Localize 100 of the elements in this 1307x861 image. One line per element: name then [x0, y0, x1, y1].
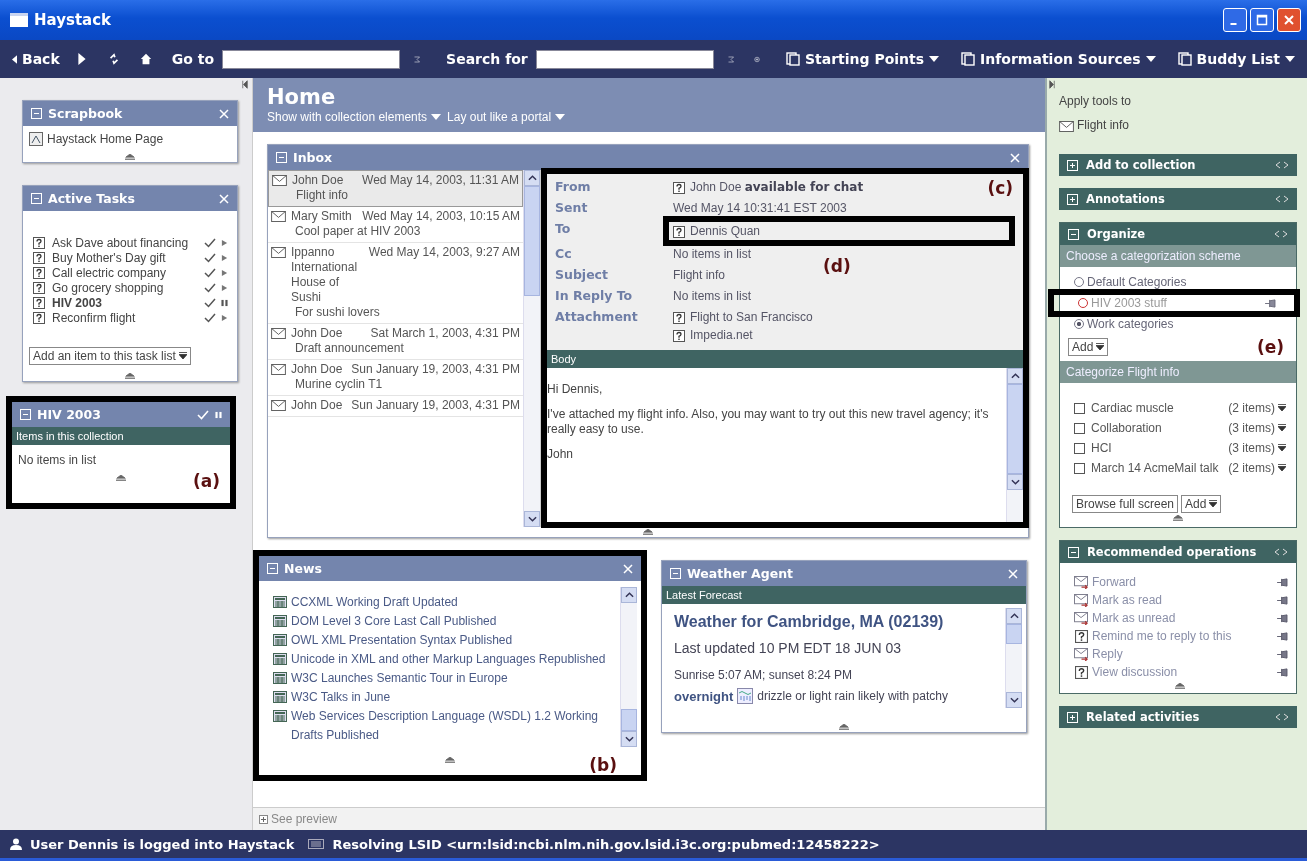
- add-dropdown[interactable]: Add: [1068, 338, 1109, 356]
- play-icon[interactable]: [221, 284, 228, 292]
- close-icon[interactable]: [219, 108, 229, 119]
- search-field[interactable]: [535, 49, 714, 69]
- message-item[interactable]: John Doe Sun January 19, 2003, 4:31 PM Murine cyclin T1: [268, 360, 523, 396]
- pin-icon[interactable]: [1265, 298, 1276, 308]
- close-icon[interactable]: [1010, 152, 1020, 163]
- task-item[interactable]: Buy Mother's Day gift: [52, 250, 201, 265]
- news-headline[interactable]: Web Services Description Language (WSDL) 1.2 Working Drafts Published: [291, 707, 614, 745]
- back-button[interactable]: Back: [10, 51, 62, 67]
- collapse-icon[interactable]: [276, 152, 287, 163]
- pin-icon[interactable]: [1277, 577, 1288, 587]
- scroll-down-button[interactable]: [524, 511, 540, 527]
- task-item[interactable]: Ask Dave about financing: [52, 235, 201, 250]
- scroll-up-button[interactable]: [1007, 368, 1023, 384]
- news-headline[interactable]: Unicode in XML and other Markup Languages Republished: [291, 650, 606, 669]
- scheme-option[interactable]: Work categories: [1087, 317, 1174, 331]
- add-dropdown[interactable]: Add: [1181, 495, 1222, 513]
- dropdown-icon[interactable]: [1278, 464, 1286, 472]
- section-title-bar[interactable]: Related activities: [1059, 706, 1297, 728]
- message-item[interactable]: John Doe Wed May 14, 2003, 11:31 AM Flight info: [268, 170, 523, 207]
- maximize-button[interactable]: [1250, 8, 1274, 32]
- resize-arrows-icon[interactable]: [1275, 161, 1289, 169]
- play-icon[interactable]: [221, 239, 228, 247]
- category-label[interactable]: Cardiac muscle: [1091, 401, 1226, 416]
- message-item[interactable]: Mary Smith Wed May 14, 2003, 10:15 AM Cool paper at HIV 2003: [268, 207, 523, 243]
- scroll-thumb[interactable]: [1007, 384, 1023, 474]
- add-task-dropdown[interactable]: Add an item to this task list: [29, 347, 191, 365]
- toolbar-menu[interactable]: Information Sources: [959, 51, 1158, 67]
- scroll-up-button[interactable]: [524, 170, 540, 186]
- toolbar-menu[interactable]: Buddy List: [1175, 51, 1297, 67]
- target-item[interactable]: Flight info: [1077, 118, 1130, 132]
- task-item[interactable]: Go grocery shopping: [52, 280, 201, 295]
- expand-icon[interactable]: [259, 814, 268, 824]
- pin-icon[interactable]: [1277, 649, 1288, 659]
- resize-handle[interactable]: [1172, 515, 1184, 521]
- section-title-bar[interactable]: Add to collection: [1059, 154, 1297, 176]
- scheme-option[interactable]: Default Categories: [1087, 275, 1187, 289]
- resize-handle[interactable]: [1174, 683, 1186, 689]
- check-icon[interactable]: [204, 283, 216, 293]
- scroll-thumb[interactable]: [1006, 624, 1022, 644]
- check-icon[interactable]: [204, 238, 216, 248]
- field-value[interactable]: Impedia.net: [690, 326, 753, 344]
- close-icon[interactable]: [623, 563, 633, 574]
- message-item[interactable]: John Doe Sun January 19, 2003, 4:31 PM: [268, 396, 523, 417]
- scroll-thumb[interactable]: [524, 186, 540, 296]
- checkbox[interactable]: [1074, 443, 1085, 454]
- dropdown-icon[interactable]: [1278, 444, 1286, 452]
- minimize-button[interactable]: [1223, 8, 1247, 32]
- collapse-icon[interactable]: [1068, 546, 1079, 558]
- checkbox[interactable]: [1074, 423, 1085, 434]
- play-icon[interactable]: [221, 314, 228, 322]
- dropdown-icon[interactable]: [1278, 404, 1286, 412]
- close-button[interactable]: [1277, 8, 1301, 32]
- scrollbar[interactable]: [523, 170, 540, 527]
- pin-icon[interactable]: [1277, 613, 1288, 623]
- section-title-bar[interactable]: Recommended operations: [1060, 541, 1296, 563]
- radio-button[interactable]: [1078, 298, 1088, 308]
- scroll-down-button[interactable]: [1006, 692, 1022, 708]
- checkbox[interactable]: [1074, 463, 1085, 474]
- close-icon[interactable]: [219, 193, 229, 204]
- play-icon[interactable]: [221, 254, 228, 262]
- check-icon[interactable]: [204, 268, 216, 278]
- scroll-up-button[interactable]: [621, 587, 637, 603]
- resize-handle[interactable]: [444, 757, 456, 763]
- check-icon[interactable]: [204, 298, 216, 308]
- category-label[interactable]: March 14 AcmeMail talk: [1091, 461, 1226, 476]
- browse-button[interactable]: Browse full screen: [1072, 495, 1179, 513]
- go-icon[interactable]: [414, 53, 421, 65]
- checkbox[interactable]: [1074, 403, 1085, 414]
- pin-icon[interactable]: [1277, 667, 1288, 677]
- resize-arrows-icon[interactable]: [1274, 548, 1288, 556]
- scroll-down-button[interactable]: [621, 731, 637, 747]
- field-value[interactable]: Flight to San Francisco: [690, 308, 813, 326]
- section-title-bar[interactable]: Organize: [1060, 223, 1296, 245]
- radio-button[interactable]: [1074, 319, 1084, 329]
- scroll-down-button[interactable]: [1007, 474, 1023, 490]
- message-item[interactable]: John Doe Sat March 1, 2003, 4:31 PM Draft announcement: [268, 324, 523, 360]
- section-title-bar[interactable]: Annotations: [1059, 188, 1297, 210]
- scrapbook-item[interactable]: Haystack Home Page: [47, 132, 164, 146]
- collapse-icon[interactable]: [670, 568, 681, 579]
- resize-handle[interactable]: [838, 724, 850, 730]
- radio-button[interactable]: [1074, 277, 1084, 287]
- category-label[interactable]: Collaboration: [1091, 421, 1226, 436]
- resize-handle[interactable]: [124, 373, 136, 379]
- collapse-icon[interactable]: [31, 193, 42, 204]
- play-icon[interactable]: [221, 269, 228, 277]
- collapse-sidebar-icon[interactable]: [1049, 80, 1055, 89]
- pin-icon[interactable]: [1277, 631, 1288, 641]
- collapse-icon[interactable]: [31, 108, 42, 119]
- collapse-sidebar-icon[interactable]: [242, 80, 248, 89]
- resize-handle[interactable]: [115, 475, 127, 481]
- field-value[interactable]: Dennis Quan: [690, 222, 761, 240]
- scrollbar[interactable]: [1006, 368, 1023, 522]
- news-headline[interactable]: W3C Launches Semantic Tour in Europe: [291, 669, 508, 688]
- news-headline[interactable]: OWL XML Presentation Syntax Published: [291, 631, 513, 650]
- category-label[interactable]: HCI: [1091, 441, 1226, 456]
- check-icon[interactable]: [204, 313, 216, 323]
- collapse-icon[interactable]: [1068, 228, 1079, 240]
- resize-handle[interactable]: [124, 154, 136, 160]
